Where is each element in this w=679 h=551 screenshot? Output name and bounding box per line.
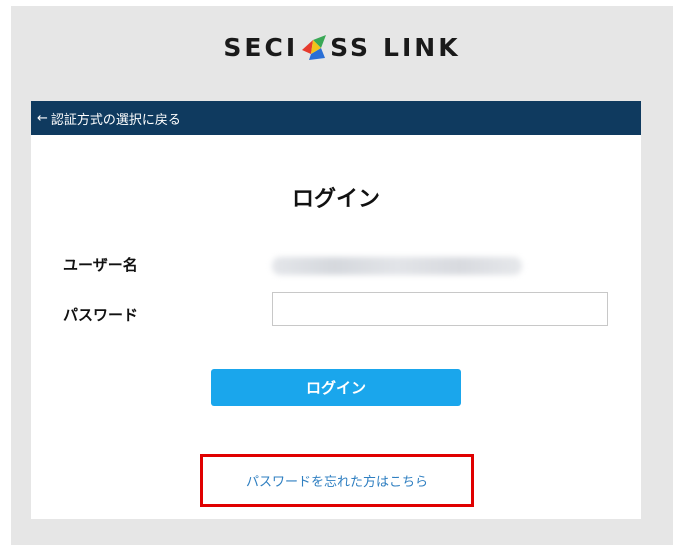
- username-value-redacted: [272, 257, 522, 275]
- logo-text-ss: SS: [330, 32, 372, 62]
- username-label: ユーザー名: [63, 256, 138, 274]
- page-title: ログイン: [291, 187, 380, 212]
- back-link-label: 認証方式の選択に戻る: [50, 112, 181, 128]
- logo-mark-icon: [302, 35, 327, 60]
- login-button[interactable]: ログイン: [211, 369, 461, 406]
- back-to-auth-selection-link[interactable]: ← 認証方式の選択に戻る: [31, 101, 641, 135]
- logo-text-seci: SECI: [223, 32, 299, 62]
- password-input[interactable]: [272, 292, 608, 326]
- forgot-password-highlight: パスワードを忘れた方はこちら: [200, 454, 474, 507]
- left-arrow-icon: ←: [37, 110, 48, 126]
- password-label: パスワード: [63, 306, 139, 324]
- login-panel: ← 認証方式の選択に戻る ログイン ユーザー名 パスワード ログイン パスワード…: [31, 101, 641, 519]
- seciss-link-logo: SECI SS LINK: [11, 30, 673, 64]
- page-frame: SECI SS LINK ← 認証方式の選択に戻る ログイン ユーザー名 パスワ…: [11, 6, 673, 545]
- logo-text-link: LINK: [383, 32, 461, 62]
- forgot-password-link[interactable]: パスワードを忘れた方はこちら: [246, 471, 428, 490]
